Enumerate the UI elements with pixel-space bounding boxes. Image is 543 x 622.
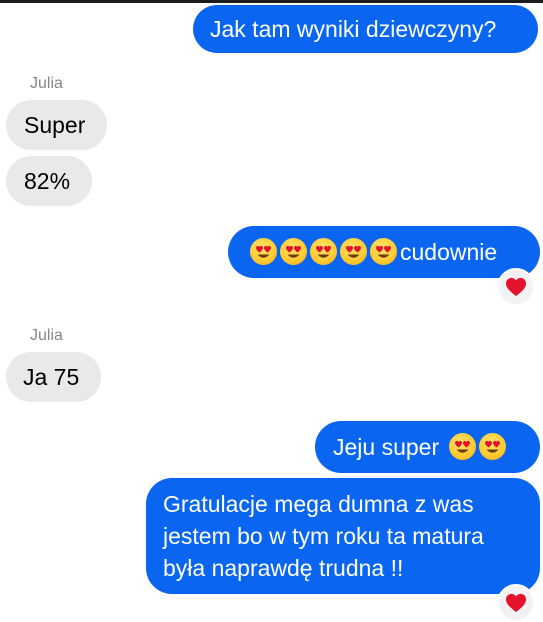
heart-eyes-emoji — [370, 238, 397, 265]
message-bubble-incoming[interactable]: Super — [6, 100, 107, 150]
sender-name: Julia — [30, 75, 63, 92]
message-bubble-outgoing[interactable]: cudownie — [228, 226, 540, 278]
message-text: 82% — [24, 168, 71, 194]
heart-eyes-emoji — [310, 238, 337, 265]
heart-icon — [506, 277, 526, 297]
status-bar-edge — [0, 0, 543, 3]
heart-eyes-emoji — [478, 433, 506, 460]
heart-eyes-emoji — [340, 238, 367, 265]
sender-name: Julia — [30, 327, 63, 344]
message-bubble-outgoing[interactable]: Gratulacje mega dumna z was jestem bo w … — [146, 478, 540, 594]
heart-eyes-emoji — [448, 433, 476, 460]
heart-icon — [506, 593, 526, 613]
message-bubble-incoming[interactable]: 82% — [6, 156, 92, 206]
reaction-badge[interactable] — [497, 584, 535, 622]
message-bubble-incoming[interactable]: Ja 75 — [6, 352, 101, 402]
message-line: była naprawdę trudna !! — [163, 555, 404, 581]
message-line: Gratulacje mega dumna z was — [163, 491, 474, 517]
message-line: jestem bo w tym roku ta matura — [163, 523, 484, 549]
message-text: Jak tam wyniki dziewczyny? — [210, 16, 497, 42]
message-text: cudownie — [400, 239, 498, 265]
message-bubble-outgoing[interactable]: Jeju super — [315, 421, 540, 473]
reaction-badge[interactable] — [497, 268, 535, 306]
heart-eyes-emoji — [280, 238, 307, 265]
heart-eyes-emoji — [250, 238, 277, 265]
message-bubble-outgoing[interactable]: Jak tam wyniki dziewczyny? — [193, 5, 538, 53]
message-text: Super — [24, 112, 86, 138]
message-text: Jeju super — [333, 434, 440, 460]
message-text: Ja 75 — [23, 364, 80, 390]
